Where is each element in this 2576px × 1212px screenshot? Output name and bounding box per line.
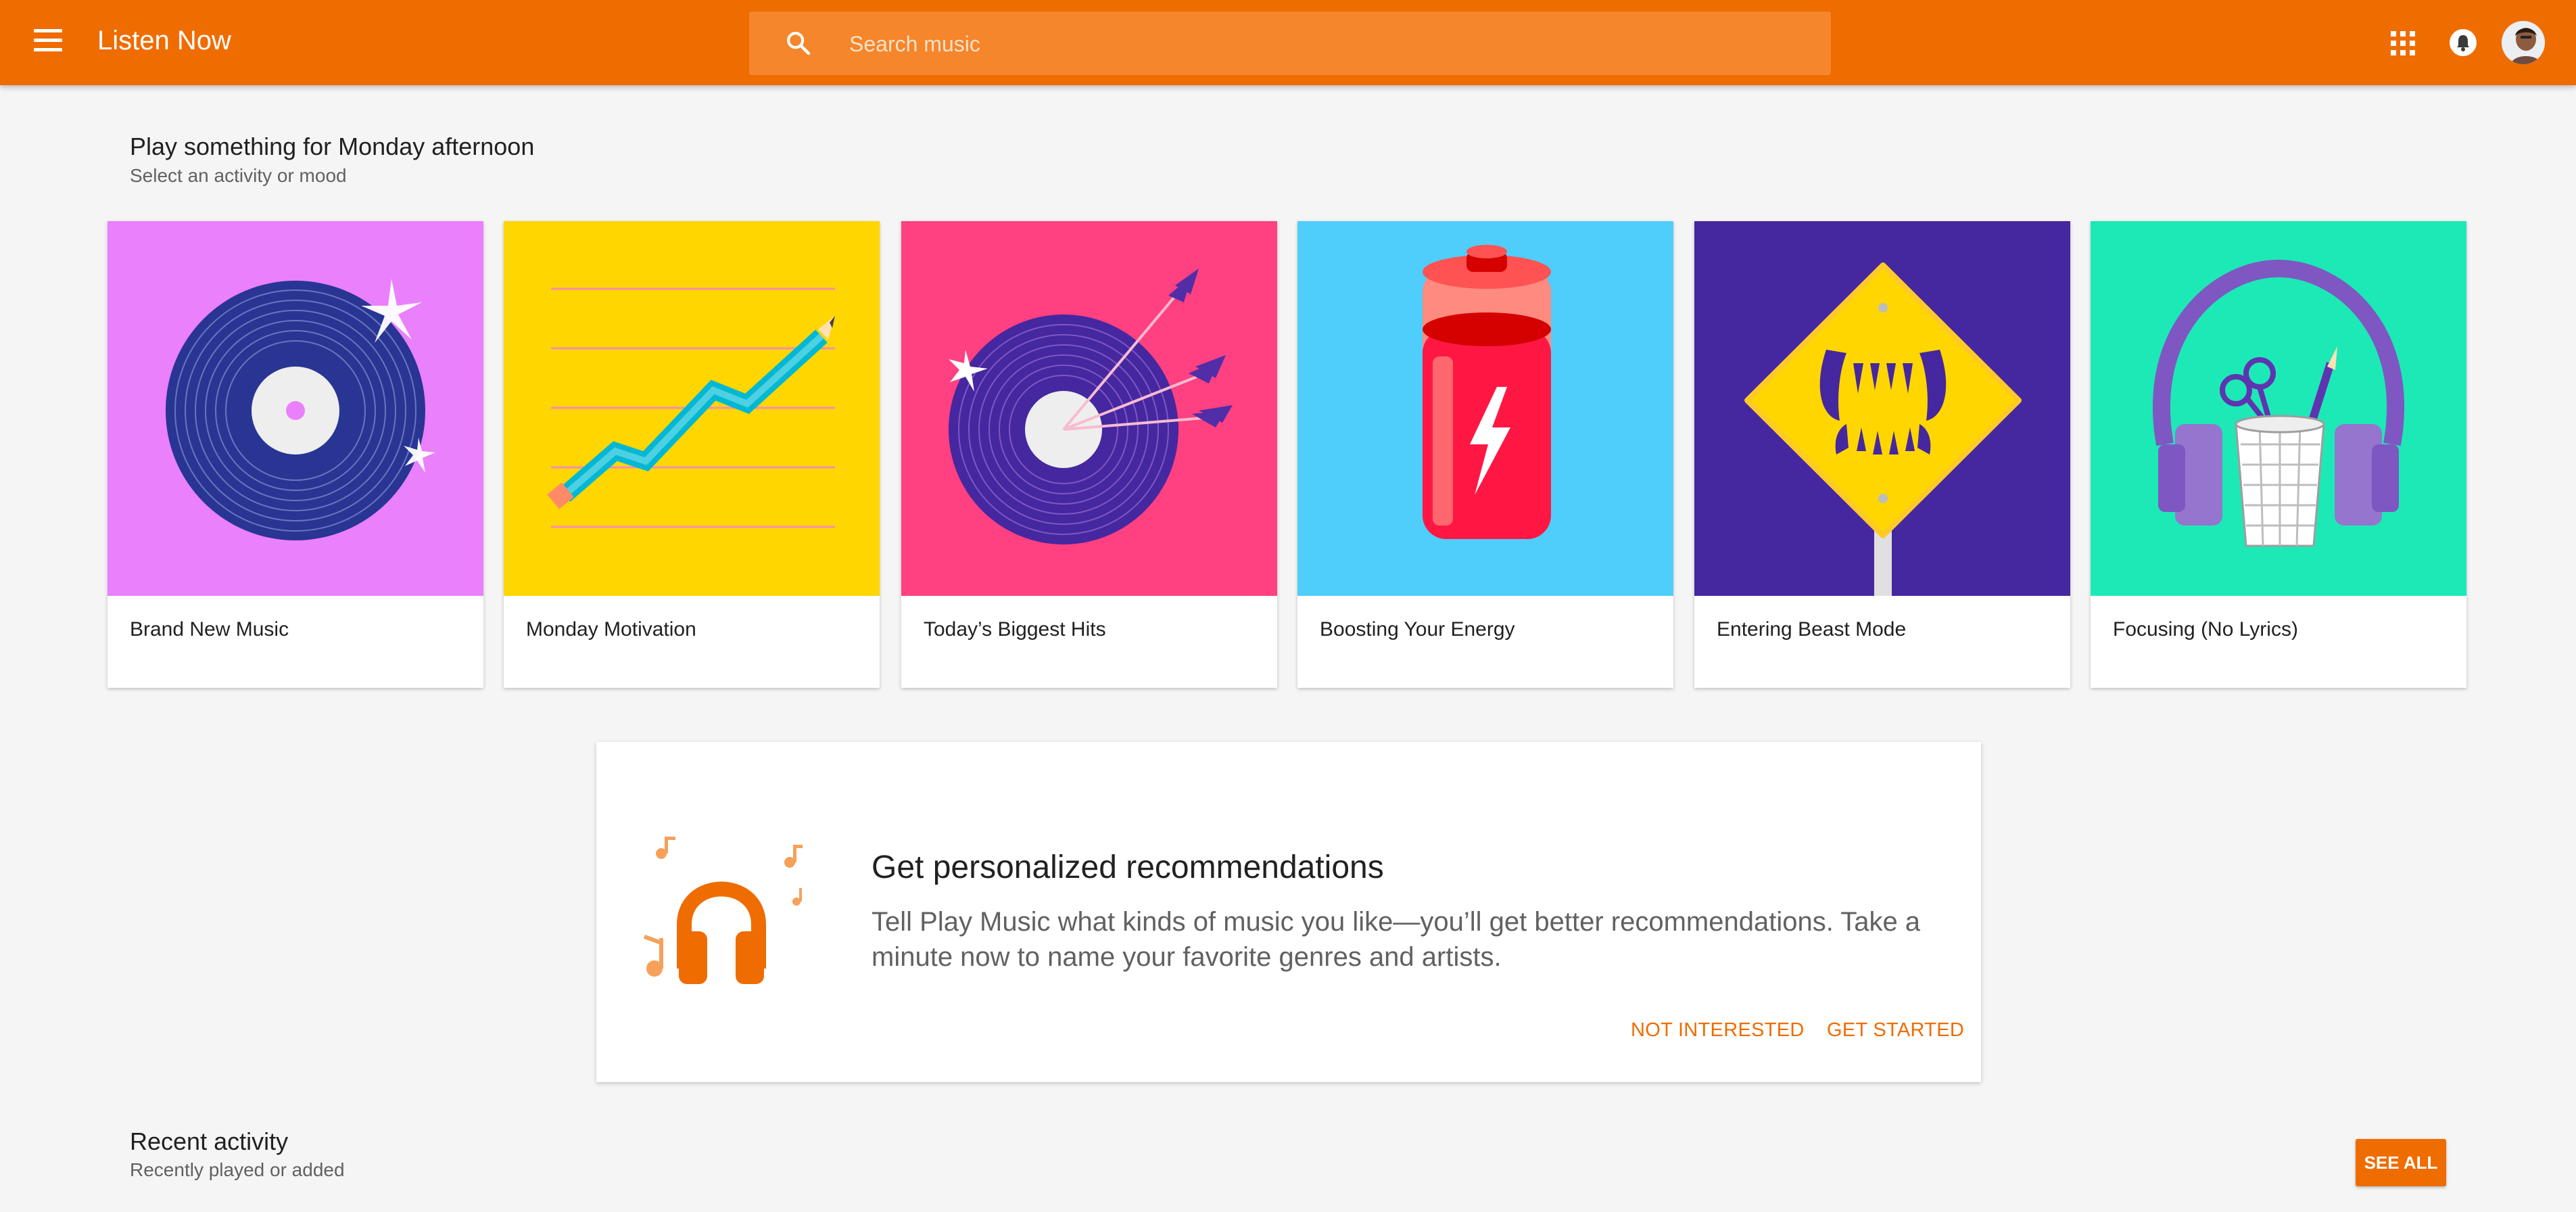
card-art [1297,221,1673,596]
rising-pencil-chart-icon [504,221,880,596]
menu-icon[interactable] [34,29,62,56]
recent-activity-title: Recent activity [130,1127,289,1155]
card-boosting-your-energy[interactable]: Boosting Your Energy [1297,221,1673,688]
record-target-arrows-icon [901,221,1277,596]
get-started-button[interactable]: GET STARTED [1827,1019,1964,1042]
fangs-warning-sign-icon [1694,221,2070,596]
card-brand-new-music[interactable]: Brand New Music [108,221,483,688]
card-label: Today’s Biggest Hits [924,618,1106,640]
apps-grid-icon[interactable] [2391,31,2415,55]
card-label: Brand New Music [130,618,289,640]
card-label: Focusing (No Lyrics) [2113,618,2298,640]
section-title: Play something for Monday afternoon [130,133,535,160]
search-icon[interactable] [784,29,813,57]
search-input[interactable] [848,26,1797,62]
headphones-pencil-cup-icon [2091,221,2466,596]
battery-icon [1297,221,1673,596]
card-art [1694,221,2070,596]
card-art [108,221,483,596]
search-bar[interactable] [749,11,1831,75]
headphones-music-notes-icon [643,837,803,984]
recommendations-body: Tell Play Music what kinds of music you … [872,907,1921,972]
card-label: Monday Motivation [526,618,696,640]
page-title: Listen Now [97,26,231,55]
card-entering-beast-mode[interactable]: Entering Beast Mode [1694,221,2070,688]
card-todays-biggest-hits[interactable]: Today’s Biggest Hits [901,221,1277,688]
card-focusing-no-lyrics[interactable]: Focusing (No Lyrics) [2091,221,2466,688]
vinyl-record-icon [108,221,483,596]
section-subtitle: Select an activity or mood [130,165,347,186]
top-app-bar: Listen Now [0,0,2576,85]
card-art [901,221,1277,596]
see-all-button[interactable]: SEE ALL [2356,1139,2446,1186]
card-label: Boosting Your Energy [1320,618,1515,640]
card-monday-motivation[interactable]: Monday Motivation [504,221,880,688]
card-label: Entering Beast Mode [1717,618,1907,640]
recommendations-title: Get personalized recommendations [872,849,1384,885]
not-interested-button[interactable]: NOT INTERESTED [1631,1019,1805,1042]
card-art [504,221,880,596]
notification-bell-icon[interactable] [2449,28,2477,57]
recent-activity-subtitle: Recently played or added [130,1159,345,1180]
user-avatar[interactable] [2502,21,2545,64]
card-art [2091,221,2466,596]
recommendations-card: Get personalized recommendations Tell Pl… [596,742,1981,1082]
